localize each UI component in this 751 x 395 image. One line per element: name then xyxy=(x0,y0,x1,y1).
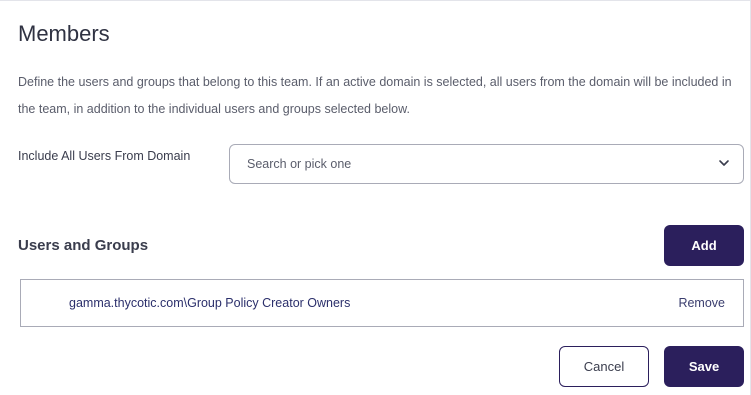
members-description: Define the users and groups that belong … xyxy=(18,75,732,116)
list-item: gamma.thycotic.com\Group Policy Creator … xyxy=(21,280,743,326)
users-groups-list: gamma.thycotic.com\Group Policy Creator … xyxy=(20,279,744,327)
users-groups-title: Users and Groups xyxy=(18,237,149,254)
section-heading: Members xyxy=(18,21,110,46)
domain-select-placeholder: Search or pick one xyxy=(247,157,352,171)
add-button[interactable]: Add xyxy=(664,225,744,266)
cancel-button[interactable]: Cancel xyxy=(559,346,649,387)
domain-field-label: Include All Users From Domain xyxy=(18,149,191,163)
chevron-down-icon xyxy=(717,156,731,170)
members-panel: Members Define the users and groups that… xyxy=(0,0,751,395)
remove-link[interactable]: Remove xyxy=(678,296,725,310)
user-group-name: gamma.thycotic.com\Group Policy Creator … xyxy=(69,296,351,310)
domain-select[interactable]: Search or pick one xyxy=(229,144,744,184)
save-button[interactable]: Save xyxy=(664,346,744,387)
